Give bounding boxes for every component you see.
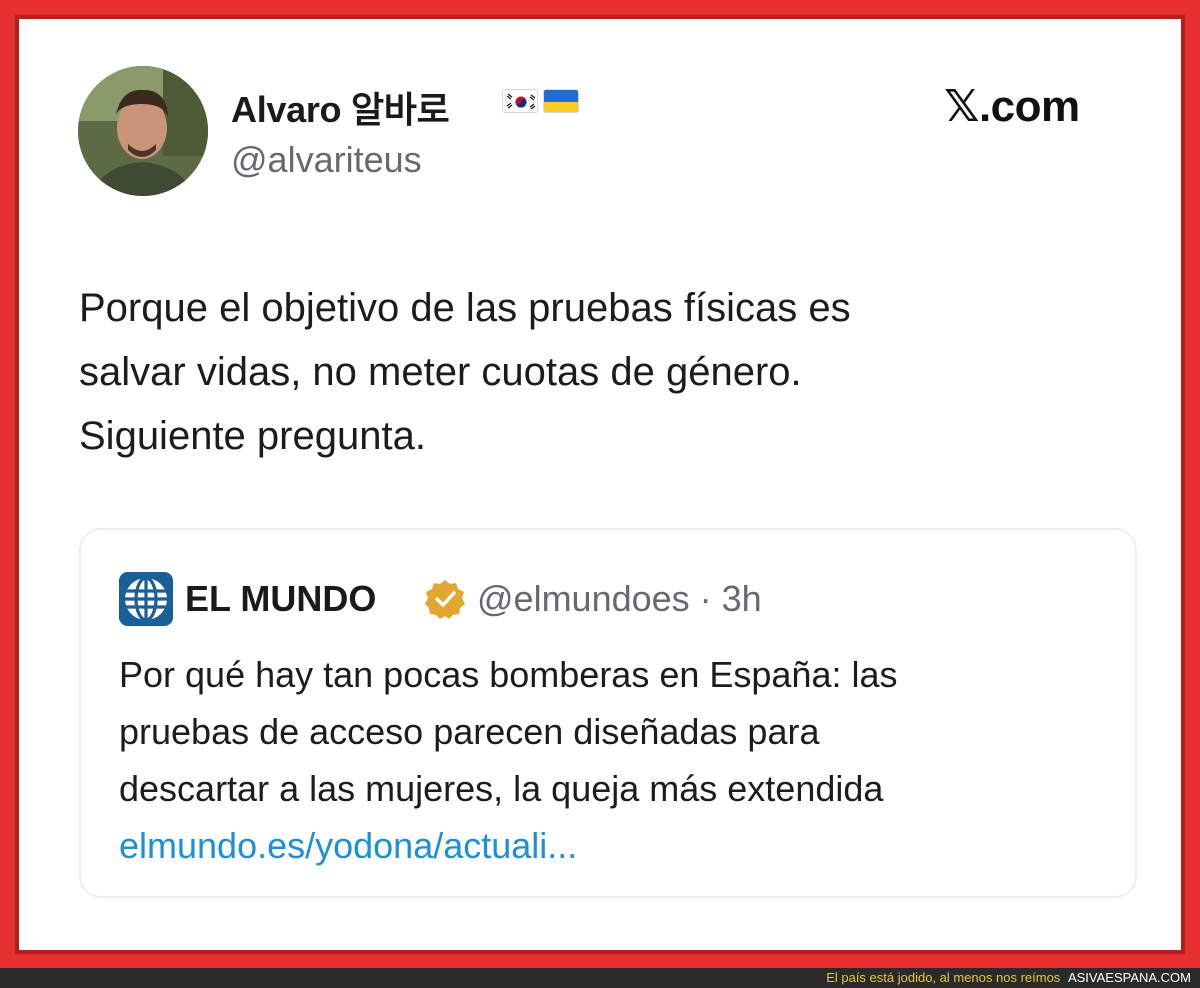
quoted-text: Por qué hay tan pocas bomberas en España…	[119, 646, 1119, 874]
tweet-line: salvar vidas, no meter cuotas de género.	[79, 350, 802, 394]
author-flags	[502, 89, 579, 113]
x-com-logo: 𝕏.com	[944, 82, 1080, 131]
quoted-line: Por qué hay tan pocas bomberas en España…	[119, 654, 898, 695]
quoted-author-name[interactable]: EL MUNDO	[185, 578, 376, 620]
ukraine-flag-icon	[543, 89, 579, 113]
quoted-link[interactable]: elmundo.es/yodona/actuali...	[119, 817, 1119, 874]
avatar[interactable]	[78, 66, 208, 196]
quoted-handle-time: @elmundoes · 3h	[477, 578, 762, 619]
el-mundo-logo-icon	[119, 572, 173, 626]
footer-site[interactable]: ASIVAESPANA.COM	[1068, 970, 1191, 985]
quoted-line: pruebas de acceso parecen diseñadas para	[119, 711, 820, 752]
author-display-name[interactable]: Alvaro 알바로	[231, 81, 450, 133]
tweet-card: Alvaro 알바로 @alvariteus 𝕏.com Porque el o…	[19, 19, 1181, 950]
tweet-text: Porque el objetivo de las pruebas física…	[79, 276, 1099, 468]
avatar-photo	[78, 66, 208, 196]
quoted-tweet[interactable]: EL MUNDO @elmundoes · 3h Por qué hay tan…	[79, 528, 1137, 898]
tweet-line: Siguiente pregunta.	[79, 414, 426, 458]
quoted-line: descartar a las mujeres, la queja más ex…	[119, 768, 884, 809]
red-frame: Alvaro 알바로 @alvariteus 𝕏.com Porque el o…	[0, 0, 1200, 968]
korea-flag-icon	[502, 89, 538, 113]
footer-bar: El país está jodido, al menos nos reímos…	[0, 968, 1200, 988]
footer-tagline: El país está jodido, al menos nos reímos	[826, 970, 1061, 985]
author-handle[interactable]: @alvariteus	[231, 139, 422, 181]
tweet-line: Porque el objetivo de las pruebas física…	[79, 286, 851, 330]
frame-inner-border: Alvaro 알바로 @alvariteus 𝕏.com Porque el o…	[15, 15, 1185, 954]
verified-badge-icon	[424, 578, 466, 620]
